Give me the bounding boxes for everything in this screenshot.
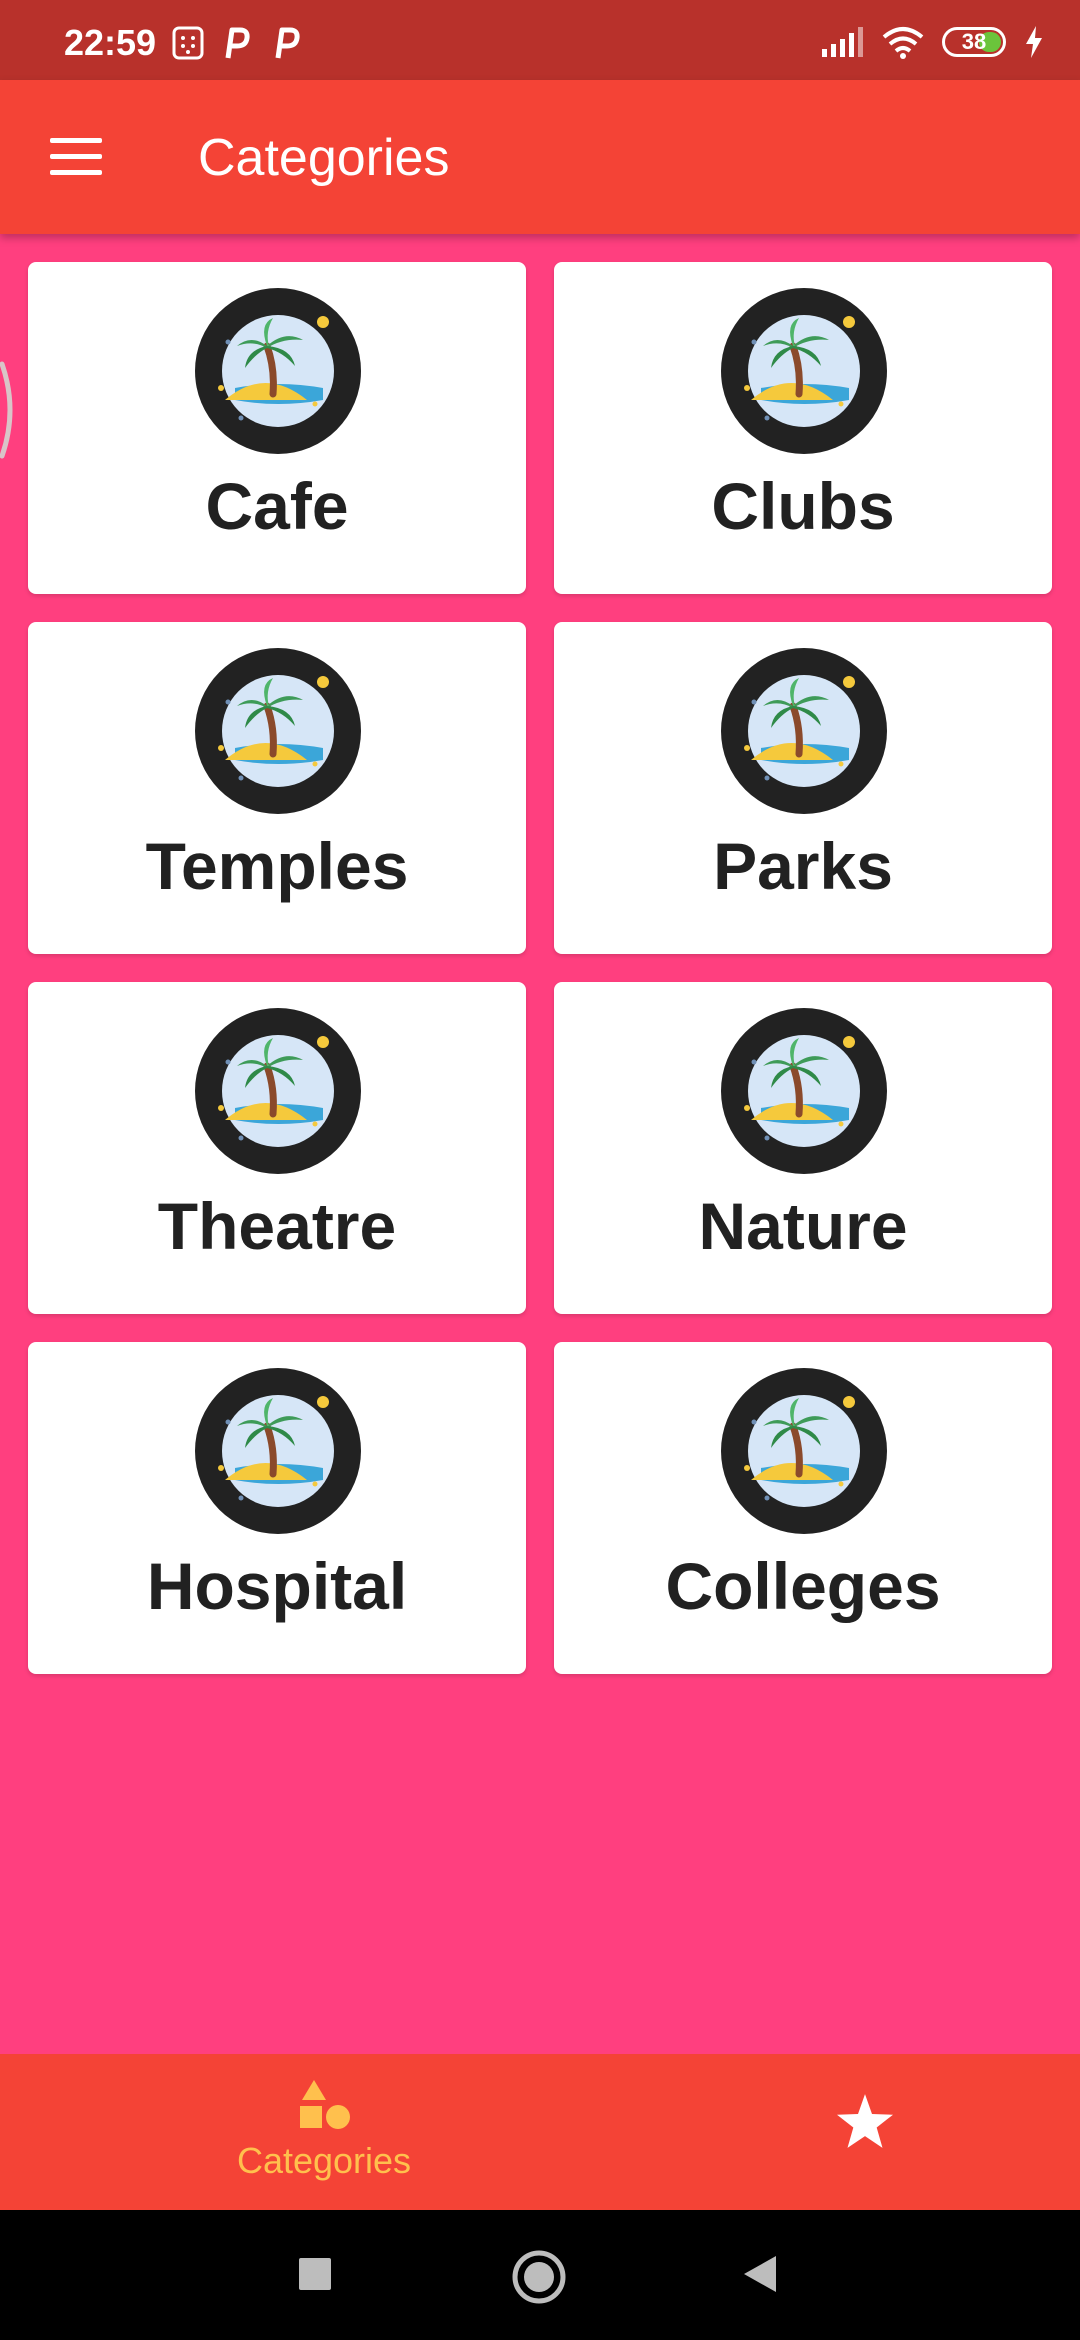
category-card-cafe[interactable]: Cafe: [28, 262, 526, 594]
category-card-clubs[interactable]: Clubs: [554, 262, 1052, 594]
system-nav: [0, 2210, 1080, 2340]
category-card-hospital[interactable]: Hospital: [28, 1342, 526, 1674]
page-title: Categories: [198, 129, 450, 187]
back-triangle-icon[interactable]: [742, 2254, 778, 2294]
category-card-parks[interactable]: Parks: [554, 622, 1052, 954]
recents-square-icon[interactable]: [299, 2258, 331, 2290]
nav-label-categories: Categories: [236, 2140, 412, 2181]
palm-island-icon: [195, 648, 361, 814]
category-label: Clubs: [711, 469, 895, 543]
sim-card-icon: [172, 26, 204, 60]
parking-p-icon: [275, 27, 300, 59]
nav-item-favorites[interactable]: [820, 2094, 910, 2174]
category-grid: Cafe Clubs Temples Parks Theatre Nature …: [28, 262, 1054, 1674]
category-label: Theatre: [157, 1189, 397, 1263]
category-card-temples[interactable]: Temples: [28, 622, 526, 954]
status-bar: 22:59 38: [0, 0, 1080, 80]
palm-island-icon: [721, 1368, 887, 1534]
battery-indicator: 38: [942, 27, 1006, 57]
category-label: Temples: [145, 829, 409, 903]
palm-island-icon: [721, 648, 887, 814]
palm-island-icon: [195, 288, 361, 454]
category-label: Colleges: [665, 1549, 941, 1623]
edge-swipe-handle[interactable]: [0, 360, 22, 460]
category-card-nature[interactable]: Nature: [554, 982, 1052, 1314]
nav-item-categories[interactable]: Categories: [194, 2080, 454, 2190]
category-label: Parks: [713, 829, 893, 903]
battery-level: 38: [961, 29, 987, 54]
shapes-icon: [300, 2080, 350, 2129]
bottom-nav: Categories: [0, 2054, 1080, 2210]
category-label: Cafe: [205, 469, 349, 543]
status-right: 38: [820, 22, 1044, 62]
palm-island-icon: [195, 1008, 361, 1174]
status-time: 22:59: [64, 22, 157, 63]
app-bar: Categories: [0, 80, 1080, 234]
home-circle-icon[interactable]: [512, 2250, 566, 2304]
category-card-theatre[interactable]: Theatre: [28, 982, 526, 1314]
palm-island-icon: [195, 1368, 361, 1534]
palm-island-icon: [721, 1008, 887, 1174]
wifi-icon: [882, 27, 924, 59]
category-card-colleges[interactable]: Colleges: [554, 1342, 1052, 1674]
parking-p-icon: [225, 27, 250, 59]
bolt-icon: [1026, 26, 1042, 58]
star-icon: [837, 2094, 893, 2148]
category-label: Nature: [698, 1189, 908, 1263]
palm-island-icon: [721, 288, 887, 454]
signal-icon: [822, 27, 863, 57]
category-label: Hospital: [146, 1549, 408, 1623]
menu-icon[interactable]: [50, 138, 102, 176]
